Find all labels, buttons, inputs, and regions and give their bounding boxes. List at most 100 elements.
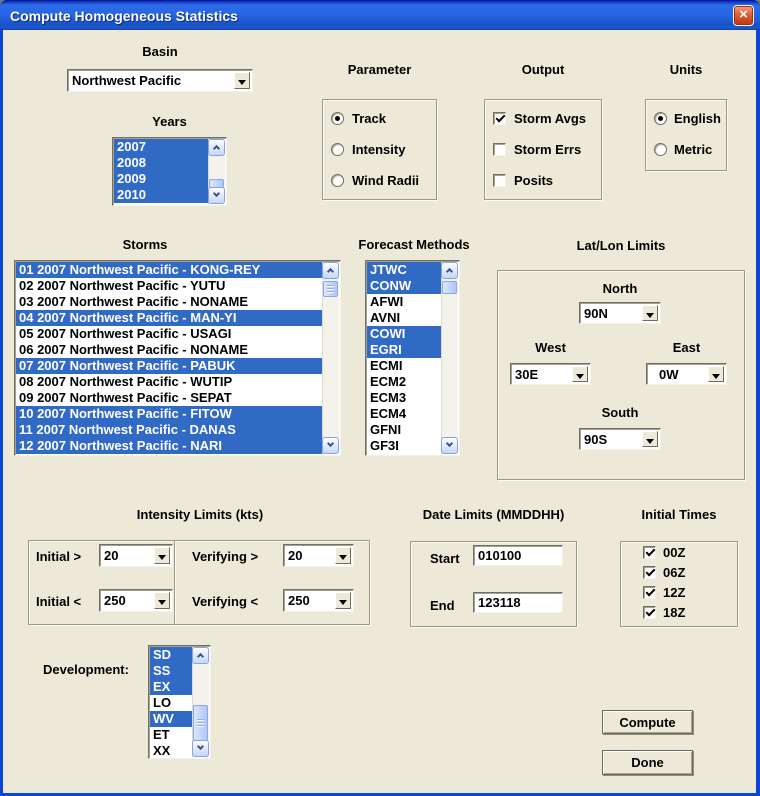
west-combobox[interactable]: 30E bbox=[510, 363, 591, 385]
list-item[interactable]: EX bbox=[150, 679, 192, 695]
list-item[interactable]: EGRI bbox=[367, 342, 441, 358]
west-dropdown-button[interactable] bbox=[572, 366, 588, 382]
list-item[interactable]: XX bbox=[150, 743, 192, 757]
list-item[interactable]: ET bbox=[150, 727, 192, 743]
list-item[interactable]: 2008 bbox=[114, 155, 208, 171]
list-item[interactable]: 09 2007 Northwest Pacific - SEPAT bbox=[16, 390, 322, 406]
initial-gt-combobox[interactable]: 20 bbox=[99, 544, 173, 567]
initial-lt-value: 250 bbox=[104, 593, 126, 608]
radio-metric[interactable] bbox=[654, 143, 667, 156]
close-icon[interactable]: × bbox=[733, 5, 754, 26]
north-combobox[interactable]: 90N bbox=[579, 302, 661, 324]
list-item[interactable]: SS bbox=[150, 663, 192, 679]
verifying-gt-combobox[interactable]: 20 bbox=[283, 544, 354, 567]
list-item[interactable]: GFNI bbox=[367, 422, 441, 438]
list-item[interactable]: ECM3 bbox=[367, 390, 441, 406]
radio-track[interactable] bbox=[331, 112, 344, 125]
forecast-methods-listbox[interactable]: JTWC CONW AFWI AVNI COWI EGRI ECMI ECM2 ECM3 ECM4… bbox=[365, 260, 460, 456]
forecast-methods-scrollbar[interactable] bbox=[441, 262, 458, 454]
chevron-down-icon bbox=[339, 555, 347, 560]
radio-intensity[interactable] bbox=[331, 143, 344, 156]
scroll-up-icon[interactable] bbox=[208, 139, 225, 156]
basin-dropdown-button[interactable] bbox=[234, 72, 250, 89]
verifying-gt-value: 20 bbox=[288, 548, 303, 563]
north-dropdown-button[interactable] bbox=[642, 305, 658, 321]
list-item[interactable]: 2007 bbox=[114, 139, 208, 155]
list-item[interactable]: 2009 bbox=[114, 171, 208, 187]
list-item[interactable]: 04 2007 Northwest Pacific - MAN-YI bbox=[16, 310, 322, 326]
years-listbox[interactable]: 2007 2008 2009 2010 bbox=[112, 137, 227, 206]
radio-english[interactable] bbox=[654, 112, 667, 125]
radio-track-label: Track bbox=[352, 111, 386, 126]
list-item[interactable]: GF3I bbox=[367, 438, 441, 454]
south-combobox[interactable]: 90S bbox=[579, 428, 661, 450]
checkbox-18z-label: 18Z bbox=[663, 605, 686, 620]
verifying-gt-dropdown-button[interactable] bbox=[335, 547, 351, 564]
list-item[interactable]: 02 2007 Northwest Pacific - YUTU bbox=[16, 278, 322, 294]
scroll-down-icon[interactable] bbox=[192, 740, 209, 757]
list-item[interactable]: 10 2007 Northwest Pacific - FITOW bbox=[16, 406, 322, 422]
list-item[interactable]: 05 2007 Northwest Pacific - USAGI bbox=[16, 326, 322, 342]
chevron-down-icon bbox=[158, 600, 166, 605]
initial-lt-dropdown-button[interactable] bbox=[154, 592, 170, 609]
initial-lt-combobox[interactable]: 250 bbox=[99, 589, 173, 612]
scroll-down-icon[interactable] bbox=[208, 187, 225, 204]
initial-gt-dropdown-button[interactable] bbox=[154, 547, 170, 564]
list-item[interactable]: 2010 bbox=[114, 187, 208, 203]
radio-wind-radii[interactable] bbox=[331, 174, 344, 187]
storms-listbox[interactable]: 01 2007 Northwest Pacific - KONG-REY 02 2… bbox=[14, 260, 341, 456]
chevron-down-icon bbox=[212, 189, 221, 198]
south-dropdown-button[interactable] bbox=[642, 431, 658, 447]
list-item[interactable]: CONW bbox=[367, 278, 441, 294]
checkbox-12z[interactable] bbox=[643, 586, 656, 599]
verifying-lt-combobox[interactable]: 250 bbox=[283, 589, 354, 612]
done-button[interactable]: Done bbox=[602, 750, 693, 775]
list-item[interactable]: 12 2007 Northwest Pacific - NARI bbox=[16, 438, 322, 454]
list-item[interactable]: COWI bbox=[367, 326, 441, 342]
end-date-input[interactable] bbox=[473, 592, 563, 613]
titlebar[interactable]: Compute Homogeneous Statistics × bbox=[0, 0, 760, 30]
list-item[interactable]: ECMI bbox=[367, 358, 441, 374]
list-item[interactable]: ECM2 bbox=[367, 374, 441, 390]
verifying-lt-dropdown-button[interactable] bbox=[335, 592, 351, 609]
list-item[interactable]: WV bbox=[150, 711, 192, 727]
list-item[interactable]: AVNI bbox=[367, 310, 441, 326]
checkbox-00z[interactable] bbox=[643, 546, 656, 559]
development-listbox[interactable]: SD SS EX LO WV ET XX bbox=[148, 645, 211, 759]
checkbox-posits[interactable] bbox=[493, 174, 506, 187]
basin-combobox[interactable]: Northwest Pacific bbox=[67, 69, 253, 92]
checkbox-18z[interactable] bbox=[643, 606, 656, 619]
list-item[interactable]: JTWC bbox=[367, 262, 441, 278]
list-item[interactable]: 11 2007 Northwest Pacific - DANAS bbox=[16, 422, 322, 438]
scroll-thumb[interactable] bbox=[323, 281, 338, 297]
storms-scrollbar[interactable] bbox=[322, 262, 339, 454]
checkbox-06z[interactable] bbox=[643, 566, 656, 579]
east-dropdown-button[interactable] bbox=[708, 366, 724, 382]
list-item[interactable]: ECM4 bbox=[367, 406, 441, 422]
checkbox-storm-errs[interactable] bbox=[493, 143, 506, 156]
list-item[interactable]: 08 2007 Northwest Pacific - WUTIP bbox=[16, 374, 322, 390]
years-scrollbar[interactable] bbox=[208, 139, 225, 204]
scroll-thumb[interactable] bbox=[193, 705, 208, 741]
list-item[interactable]: 06 2007 Northwest Pacific - NONAME bbox=[16, 342, 322, 358]
list-item[interactable]: SD bbox=[150, 647, 192, 663]
intensity-limits-label: Intensity Limits (kts) bbox=[136, 507, 264, 522]
east-combobox[interactable]: 0W bbox=[646, 363, 727, 385]
scroll-thumb[interactable] bbox=[442, 281, 457, 294]
scroll-up-icon[interactable] bbox=[322, 262, 339, 279]
checkbox-storm-avgs[interactable] bbox=[493, 112, 506, 125]
list-item[interactable]: 03 2007 Northwest Pacific - NONAME bbox=[16, 294, 322, 310]
compute-button[interactable]: Compute bbox=[602, 710, 693, 734]
scroll-down-icon[interactable] bbox=[322, 437, 339, 454]
scroll-down-icon[interactable] bbox=[441, 437, 458, 454]
list-item[interactable]: AFWI bbox=[367, 294, 441, 310]
scroll-up-icon[interactable] bbox=[441, 262, 458, 279]
list-item[interactable]: 01 2007 Northwest Pacific - KONG-REY bbox=[16, 262, 322, 278]
list-item[interactable]: LO bbox=[150, 695, 192, 711]
development-scrollbar[interactable] bbox=[192, 647, 209, 757]
north-label: North bbox=[602, 281, 638, 296]
start-date-input[interactable] bbox=[473, 545, 563, 566]
chevron-down-icon bbox=[339, 600, 347, 605]
list-item[interactable]: 07 2007 Northwest Pacific - PABUK bbox=[16, 358, 322, 374]
scroll-up-icon[interactable] bbox=[192, 647, 209, 664]
